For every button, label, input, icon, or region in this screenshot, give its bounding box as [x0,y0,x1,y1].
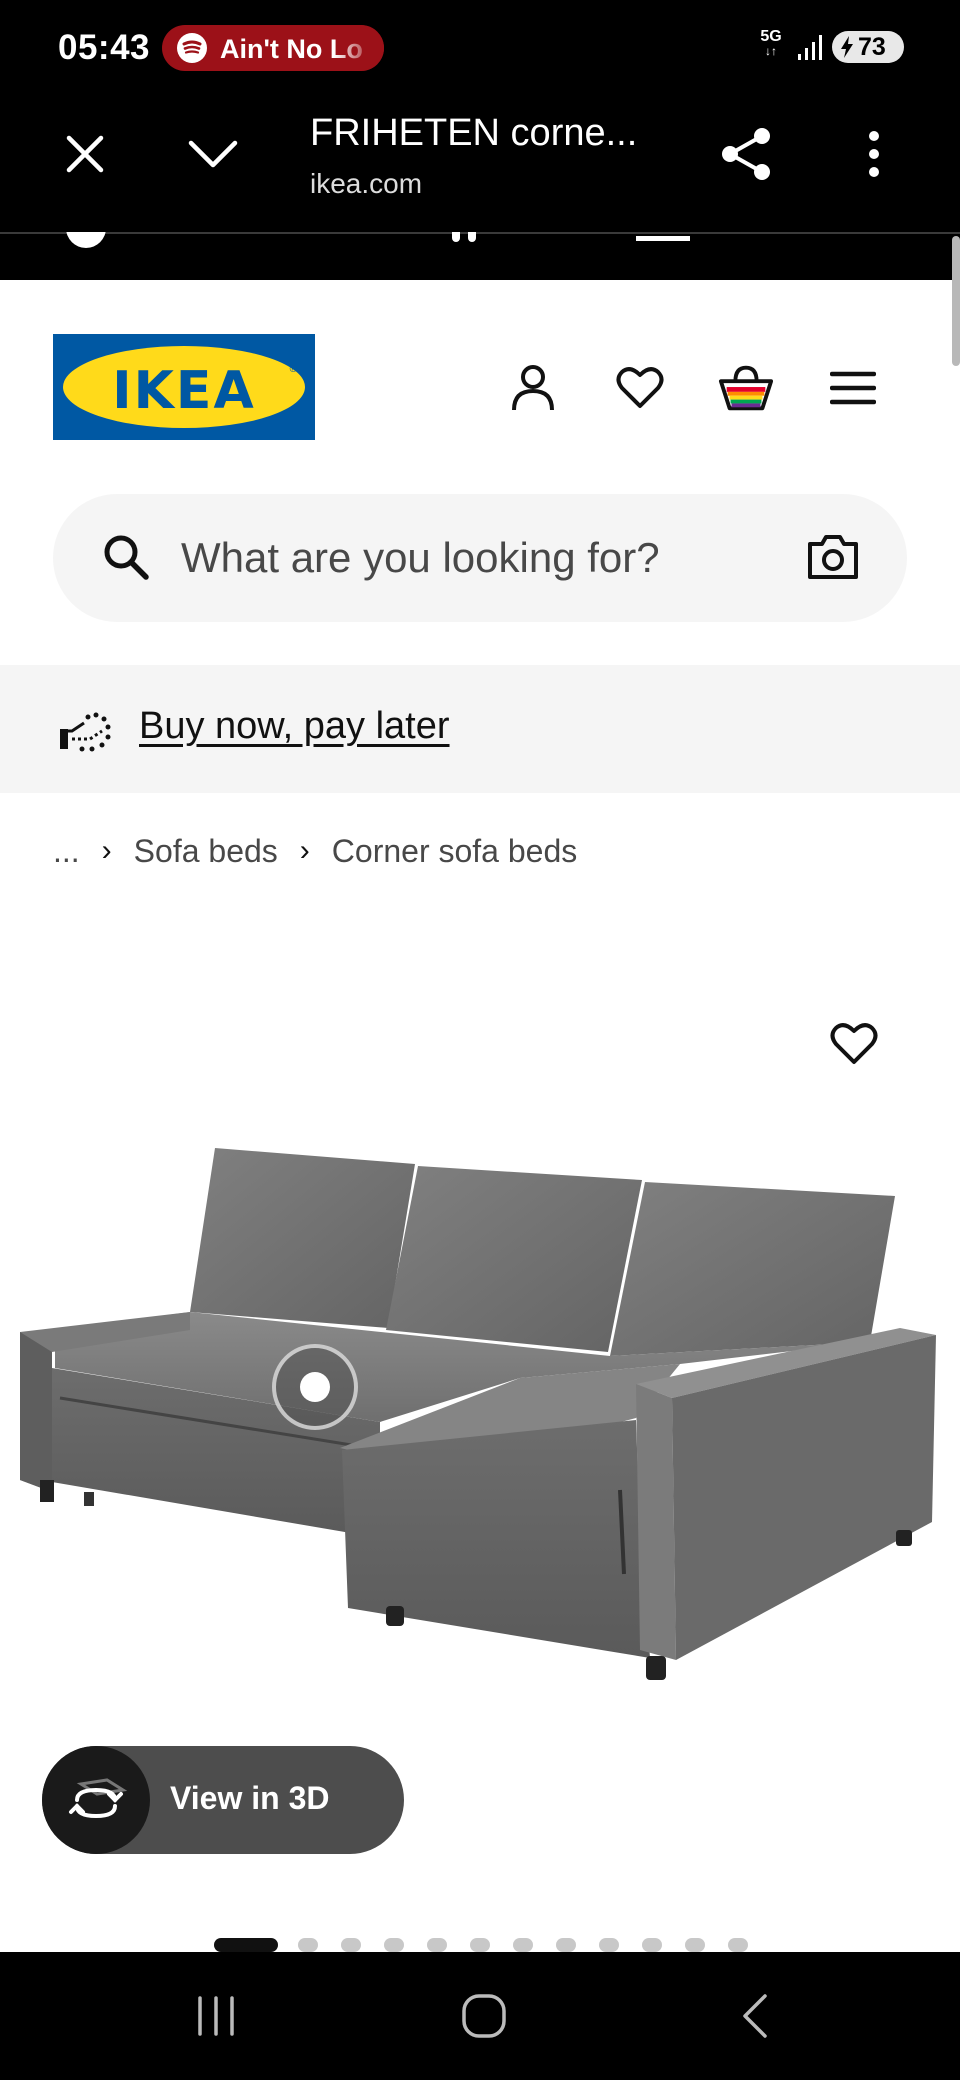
breadcrumb-ellipsis[interactable]: ... [53,833,80,870]
close-tab-button[interactable] [55,124,115,184]
carousel-dot[interactable] [728,1938,748,1952]
carousel-dot[interactable] [341,1938,361,1952]
camera-icon[interactable] [807,534,859,580]
home-button[interactable] [454,1986,514,2046]
now-playing-text: Ain't No Lo [220,34,363,64]
share-button[interactable] [716,124,776,184]
page-title: FRIHETEN corne... [310,112,638,154]
shopping-bag-icon [718,365,774,411]
carousel-dot[interactable] [556,1938,576,1952]
status-time: 05:43 [58,28,151,67]
carousel-dot[interactable] [470,1938,490,1952]
recent-apps-icon [198,1996,234,2036]
chevron-down-icon [188,140,238,168]
rotate-3d-icon [42,1746,150,1854]
heart-icon [830,1023,878,1064]
heart-icon [616,367,664,408]
chevron-right-icon: › [299,834,310,867]
user-icon [512,365,554,411]
recent-apps-button[interactable] [186,1986,246,2046]
product-hotspot[interactable] [272,1344,358,1430]
carousel-dot[interactable] [298,1938,318,1952]
system-navigation-bar [0,1952,960,2080]
ikea-logo[interactable]: IKEA ® [53,334,315,440]
logo-text: IKEA [112,361,256,421]
close-icon [66,135,104,173]
view-in-3d-label: View in 3D [170,1780,330,1816]
carousel-dot[interactable] [384,1938,404,1952]
carousel-dot[interactable] [427,1938,447,1952]
menu-button[interactable] [825,360,881,416]
site-header-top-strip [0,232,960,280]
hamburger-menu-icon [830,371,876,405]
share-icon [722,128,770,180]
charging-icon [841,36,853,58]
search-icon [104,535,149,580]
back-icon [743,1994,767,2038]
installment-payment-icon [60,712,111,752]
carousel-dot[interactable] [599,1938,619,1952]
carousel-dot[interactable] [685,1938,705,1952]
promo-banner: Buy now, pay later [0,665,960,793]
page-url[interactable]: ikea.com [310,168,422,200]
network-5g-icon: 5G ↓↑ [760,28,782,59]
minimize-tab-button[interactable] [183,124,243,184]
signal-icon [798,35,822,60]
favourites-button[interactable] [612,360,668,416]
breadcrumb: ... › Sofa beds › Corner sofa beds [53,826,577,876]
more-vertical-icon [869,131,879,177]
status-bar: 05:43 Ain't No Lo 5G ↓↑ 73 [0,0,960,96]
carousel-dot[interactable] [513,1938,533,1952]
view-in-3d-button[interactable]: View in 3D [42,1746,404,1854]
now-playing-chip[interactable]: Ain't No Lo [162,25,384,71]
breadcrumb-item-corner-sofa-beds[interactable]: Corner sofa beds [332,833,577,870]
carousel-dot[interactable] [642,1938,662,1952]
more-options-button[interactable] [844,124,904,184]
carousel-dot-active[interactable] [214,1938,278,1952]
battery-indicator: 73 [832,31,904,63]
chevron-right-icon: › [101,834,112,867]
page-scrollbar[interactable] [952,236,960,366]
back-button[interactable] [724,1986,784,2046]
search-input[interactable]: What are you looking for? [181,534,660,582]
home-icon [462,1994,506,2038]
cart-button[interactable] [718,360,774,416]
buy-now-pay-later-link[interactable]: Buy now, pay later [139,705,450,748]
account-button[interactable] [505,360,561,416]
add-to-favourites-button[interactable] [826,1016,882,1072]
spotify-icon [177,33,207,63]
breadcrumb-item-sofa-beds[interactable]: Sofa beds [134,833,278,870]
search-bar[interactable]: What are you looking for? [53,494,907,622]
product-image[interactable] [0,1130,960,1710]
